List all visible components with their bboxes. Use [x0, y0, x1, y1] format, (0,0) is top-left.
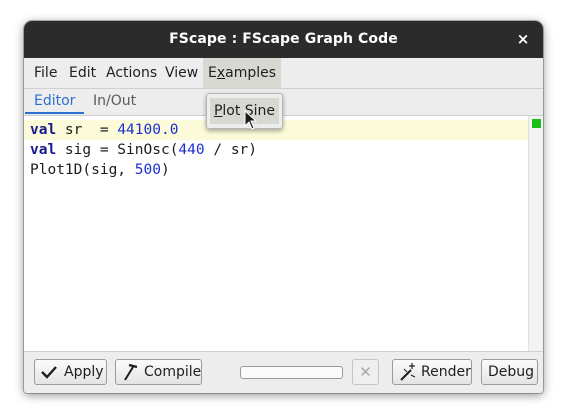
apply-button[interactable]: Apply [34, 359, 107, 385]
menu-actions[interactable]: Actions [101, 58, 162, 88]
menu-edit-label: Edit [69, 65, 97, 81]
close-icon[interactable]: × [514, 30, 532, 48]
close-icon: ✕ [359, 363, 372, 381]
stop-button[interactable]: ✕ [352, 359, 379, 385]
menu-actions-label: Actions [106, 65, 158, 81]
code-line: Plot1D(sig, 500) [30, 162, 170, 178]
tab-editor-label: Editor [34, 93, 76, 109]
debug-button-label: Debug [488, 364, 535, 380]
menu-examples[interactable]: Examples [203, 58, 282, 88]
bottom-toolbar: Apply Compile ✕ Render Debug [24, 351, 543, 393]
code-editor[interactable]: val sr = 44100.0 val sig = SinOsc(440 / … [24, 115, 528, 352]
menu-bar: File Edit Actions View Examples [24, 58, 543, 88]
render-icon [399, 360, 417, 391]
progress-bar [240, 366, 343, 379]
mouse-pointer-icon [244, 109, 258, 134]
code-line: val sig = SinOsc(440 / sr) [30, 142, 258, 158]
menu-examples-label: Examples [208, 65, 277, 81]
check-icon [41, 360, 57, 391]
menu-edit[interactable]: Edit [64, 58, 101, 88]
compile-button-label: Compile [144, 364, 202, 380]
apply-button-label: Apply [64, 364, 104, 380]
compile-button[interactable]: Compile [115, 359, 202, 385]
tab-bar: Editor In/Out [24, 88, 543, 115]
tab-in-out[interactable]: In/Out [84, 89, 145, 114]
title-bar[interactable]: FScape : FScape Graph Code × [24, 21, 543, 58]
menu-view[interactable]: View [160, 58, 203, 88]
fscape-window: FScape : FScape Graph Code × File Edit A… [24, 21, 543, 393]
debug-button[interactable]: Debug [481, 359, 538, 385]
menu-file[interactable]: File [29, 58, 62, 88]
menu-file-label: File [34, 65, 58, 81]
window-title: FScape : FScape Graph Code [169, 31, 398, 47]
tab-in-out-label: In/Out [93, 93, 137, 109]
menu-view-label: View [165, 65, 199, 81]
render-button-label: Render [421, 364, 471, 380]
tab-editor[interactable]: Editor [25, 89, 85, 114]
render-button[interactable]: Render [392, 359, 472, 385]
hammer-icon [122, 360, 138, 391]
status-indicator [532, 119, 541, 128]
error-gutter [528, 115, 543, 352]
